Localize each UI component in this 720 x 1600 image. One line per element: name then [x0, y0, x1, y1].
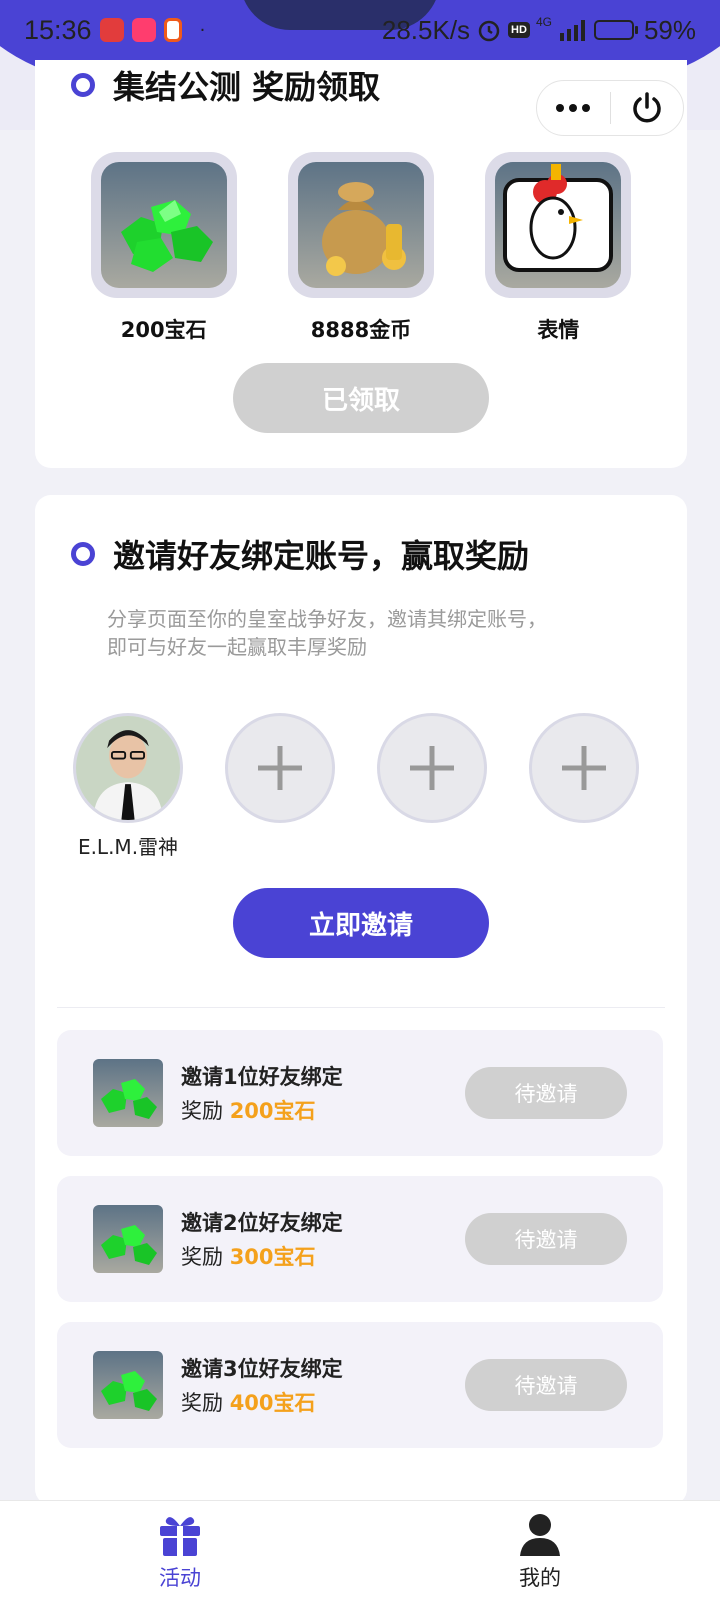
hd-icon: HD [508, 22, 530, 38]
plus-icon [258, 746, 302, 790]
battery-icon [593, 20, 638, 40]
reward-frame [485, 152, 632, 298]
alarm-icon [478, 20, 500, 42]
user-icon [520, 1513, 560, 1556]
task-reward: 奖励 200宝石 [181, 1095, 343, 1125]
miniprogram-capsule [536, 80, 684, 136]
more-notifications-dot: · [199, 19, 206, 41]
section-marker-icon [71, 542, 95, 566]
pending-invite-button[interactable]: 待邀请 [465, 1067, 627, 1119]
more-button[interactable] [537, 81, 610, 135]
bottom-tabbar: 活动 我的 [0, 1500, 720, 1600]
friend-slot-empty[interactable] [225, 713, 335, 860]
tab-label: 活动 [159, 1565, 201, 1590]
invite-card: 邀请好友绑定账号，赢取奖励 分享页面至你的皇室战争好友，邀请其绑定账号， 即可与… [35, 495, 687, 1505]
rewards-title: 集结公测 奖励领取 [113, 68, 381, 106]
invite-now-button[interactable]: 立即邀请 [233, 888, 489, 958]
signal-icon [559, 20, 585, 41]
friend-slot-filled: E.L.M.雷神 [73, 713, 183, 860]
app-notification-icon [99, 18, 124, 42]
more-dots-icon [556, 104, 591, 112]
reward-item-gold: 8888金币 [286, 152, 436, 344]
power-icon [633, 92, 661, 123]
rewards-title-row: 集结公测 奖励领取 [71, 62, 380, 108]
add-friend-slot[interactable] [225, 713, 335, 823]
status-time: 15:36 [24, 14, 92, 45]
invite-description: 分享页面至你的皇室战争好友，邀请其绑定账号， 即可与好友一起赢取丰厚奖励 [107, 605, 627, 661]
reward-label: 表情 [537, 318, 580, 342]
invite-description-line1: 分享页面至你的皇室战争好友，邀请其绑定账号， [107, 607, 547, 631]
task-reward-amount: 200宝石 [229, 1099, 316, 1123]
tab-label: 我的 [519, 1565, 561, 1590]
status-bar: 15:36 · 28.5K/s HD 4G 59% [0, 0, 720, 60]
reward-label: 8888金币 [310, 318, 412, 342]
invite-title-row: 邀请好友绑定账号，赢取奖励 [71, 531, 529, 577]
invite-description-line2: 即可与好友一起赢取丰厚奖励 [107, 635, 367, 659]
avatar [73, 713, 183, 823]
task-text: 邀请3位好友绑定 奖励 400宝石 [181, 1353, 343, 1417]
network-speed: 28.5K/s [381, 14, 471, 45]
task-title: 邀请1位好友绑定 [181, 1065, 343, 1089]
task-text: 邀请1位好友绑定 奖励 200宝石 [181, 1061, 343, 1125]
section-marker-icon [71, 73, 95, 97]
reward-frame [287, 152, 434, 298]
section-divider [57, 1007, 665, 1008]
task-reward-amount: 300宝石 [229, 1245, 316, 1269]
reward-label: 200宝石 [120, 318, 207, 342]
status-right: 28.5K/s HD 4G 59% [382, 15, 696, 46]
task-row: 邀请1位好友绑定 奖励 200宝石 待邀请 [57, 1030, 663, 1156]
gift-icon [160, 1516, 200, 1556]
signal-label: 4G [535, 15, 552, 29]
green-gems-icon [93, 1059, 163, 1127]
invite-title: 邀请好友绑定账号，赢取奖励 [113, 537, 530, 575]
taobao-notification-icon [131, 18, 156, 42]
claimed-button[interactable]: 已领取 [233, 363, 489, 433]
task-reward-prefix: 奖励 [181, 1099, 230, 1123]
task-reward-amount: 400宝石 [229, 1391, 316, 1415]
task-reward: 奖励 300宝石 [181, 1241, 343, 1271]
task-title: 邀请3位好友绑定 [181, 1357, 343, 1381]
chicken-emote-icon [495, 162, 622, 288]
battery-percent: 59% [643, 14, 696, 45]
notification-icons: · [99, 18, 206, 42]
pending-invite-button[interactable]: 待邀请 [465, 1359, 627, 1411]
green-gems-icon [93, 1205, 163, 1273]
friend-slot-empty[interactable] [529, 713, 639, 860]
task-reward-prefix: 奖励 [181, 1245, 230, 1269]
plus-icon [562, 746, 606, 790]
gold-bag-icon [297, 162, 424, 288]
plus-icon [410, 746, 454, 790]
reward-items: 200宝石 8888金币 表情 [35, 152, 687, 344]
reward-item-gems: 200宝石 [89, 152, 239, 344]
office-notification-icon [163, 18, 182, 42]
tab-mine[interactable]: 我的 [360, 1501, 720, 1600]
friend-slots: E.L.M.雷神 [73, 713, 639, 860]
task-reward: 奖励 400宝石 [181, 1387, 343, 1417]
task-title: 邀请2位好友绑定 [181, 1211, 343, 1235]
green-gems-icon [100, 162, 227, 288]
add-friend-slot[interactable] [529, 713, 639, 823]
tab-activity[interactable]: 活动 [0, 1501, 360, 1600]
friend-slot-empty[interactable] [377, 713, 487, 860]
reward-frame [90, 152, 237, 298]
pending-invite-button[interactable]: 待邀请 [465, 1213, 627, 1265]
task-reward-prefix: 奖励 [181, 1391, 230, 1415]
task-row: 邀请3位好友绑定 奖励 400宝石 待邀请 [57, 1322, 663, 1448]
task-row: 邀请2位好友绑定 奖励 300宝石 待邀请 [57, 1176, 663, 1302]
close-button[interactable] [611, 81, 684, 135]
reward-item-emote: 表情 [483, 152, 633, 344]
task-text: 邀请2位好友绑定 奖励 300宝石 [181, 1207, 343, 1271]
green-gems-icon [93, 1351, 163, 1419]
add-friend-slot[interactable] [377, 713, 487, 823]
friend-name: E.L.M.雷神 [77, 835, 179, 859]
